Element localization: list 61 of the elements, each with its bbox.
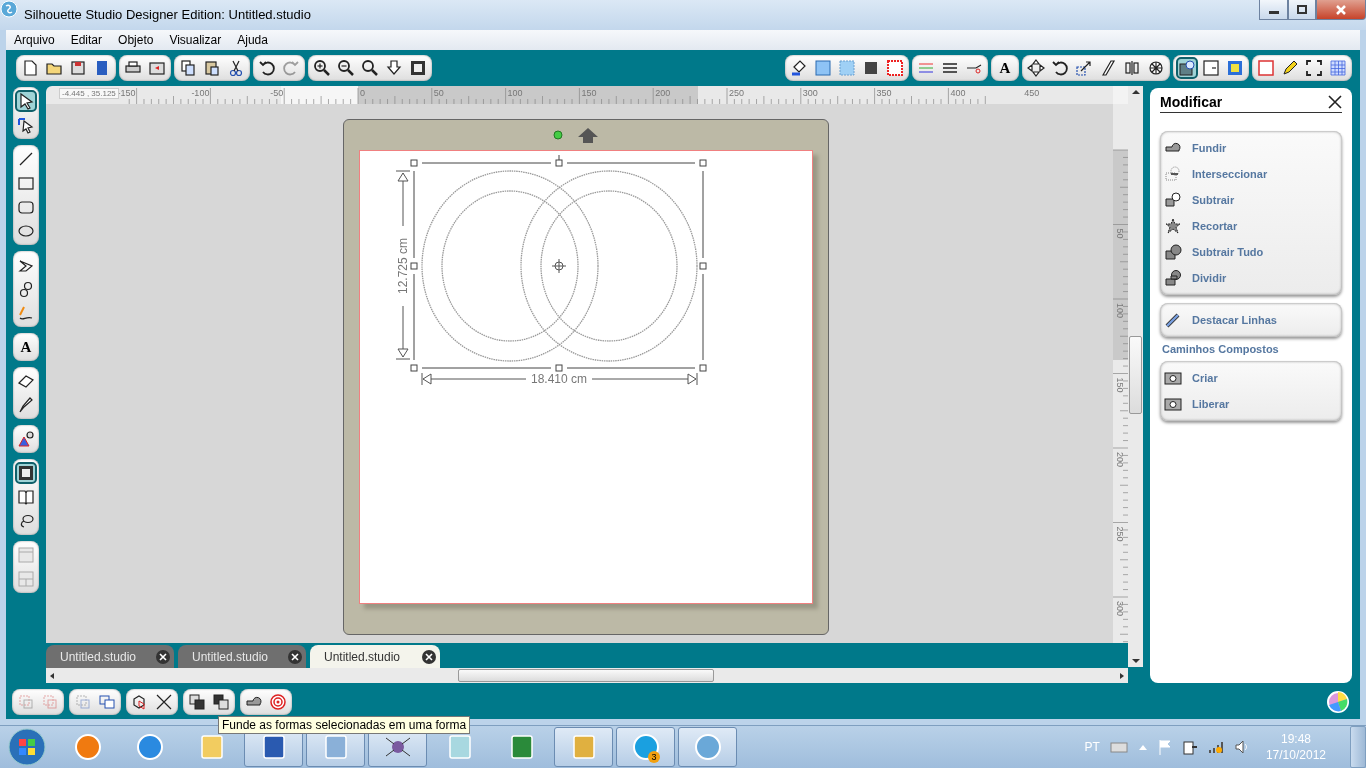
ruler-label: 50 — [1115, 228, 1125, 239]
panel-action[interactable]: Liberar — [1164, 391, 1338, 417]
menu-item[interactable]: Editar — [62, 33, 111, 47]
notification-badge: 3 — [648, 751, 660, 763]
menu-item[interactable]: Visualizar — [161, 33, 230, 47]
section-heading: Caminhos Compostos — [1162, 343, 1280, 355]
ruler-label: 100 — [507, 88, 523, 98]
panel-action[interactable]: Destacar Linhas — [1164, 307, 1338, 333]
ruler-label: 100 — [1115, 303, 1125, 319]
action-label: Destacar Linhas — [1192, 314, 1277, 326]
menu-item[interactable]: Ajuda — [229, 33, 276, 47]
taskbar-app[interactable]: 3 — [616, 727, 675, 767]
action-label: Dividir — [1192, 272, 1227, 284]
ruler-label: 0 — [360, 88, 365, 98]
text-tool-button[interactable]: A — [994, 57, 1016, 79]
tab-label: Untitled.studio — [192, 649, 269, 664]
tooltip: Funde as formas selecionadas em uma forma — [218, 716, 471, 734]
document-tab[interactable]: Untitled.studio — [46, 645, 174, 668]
tab-label: Untitled.studio — [324, 649, 401, 664]
panel-action[interactable]: Subtrair — [1164, 187, 1338, 213]
dimension-label: 18.410 cm — [531, 372, 587, 386]
panel-title: Modificar — [1160, 94, 1223, 110]
panel-action[interactable]: Criar — [1164, 365, 1338, 391]
text-tool-button[interactable]: A — [15, 336, 37, 358]
menu-item[interactable]: Arquivo — [6, 33, 63, 47]
document-tab[interactable]: Untitled.studio — [310, 645, 440, 668]
ruler-label: 300 — [1115, 601, 1125, 617]
action-label: Interseccionar — [1192, 168, 1268, 180]
ruler-label: 350 — [876, 88, 892, 98]
panel-action[interactable]: Dividir — [1164, 265, 1338, 291]
ruler-label: -50 — [270, 88, 284, 98]
action-label: Criar — [1192, 372, 1218, 384]
cursor-position: -4.445 , 35.125 — [59, 88, 119, 99]
ruler-label: 400 — [950, 88, 966, 98]
dimension-label: 12.725 cm — [396, 238, 410, 294]
panel-action[interactable]: Recortar — [1164, 213, 1338, 239]
menu-item[interactable]: Objeto — [110, 33, 162, 47]
ruler-label: 50 — [433, 88, 444, 98]
panel-action[interactable]: Subtrair Tudo — [1164, 239, 1338, 265]
ruler-label: 150 — [1115, 377, 1125, 393]
action-label: Liberar — [1192, 398, 1230, 410]
action-label: Recortar — [1192, 220, 1238, 232]
ruler-label: 150 — [581, 88, 597, 98]
tab-label: Untitled.studio — [60, 649, 137, 664]
action-label: Subtrair Tudo — [1192, 246, 1264, 258]
ruler-label: -100 — [191, 88, 210, 98]
panel-action[interactable]: Fundir — [1164, 135, 1338, 161]
ruler-label: 200 — [1115, 452, 1125, 468]
ruler-label: 200 — [655, 88, 671, 98]
action-label: Fundir — [1192, 142, 1227, 154]
document-tab[interactable]: Untitled.studio — [178, 645, 306, 668]
panel-action[interactable]: Interseccionar — [1164, 161, 1338, 187]
ruler-label: 450 — [1024, 88, 1040, 98]
ruler-label: -150 — [117, 88, 136, 98]
ruler-label: 300 — [802, 88, 818, 98]
window-title: Silhouette Studio Designer Edition: Untitled.studio — [24, 7, 312, 22]
clock-date: 17/10/2012 — [1265, 748, 1326, 762]
clock-time: 19:48 — [1280, 732, 1311, 746]
ruler-label: 250 — [1115, 526, 1125, 542]
action-label: Subtrair — [1192, 194, 1235, 206]
ruler-label: 250 — [729, 88, 745, 98]
